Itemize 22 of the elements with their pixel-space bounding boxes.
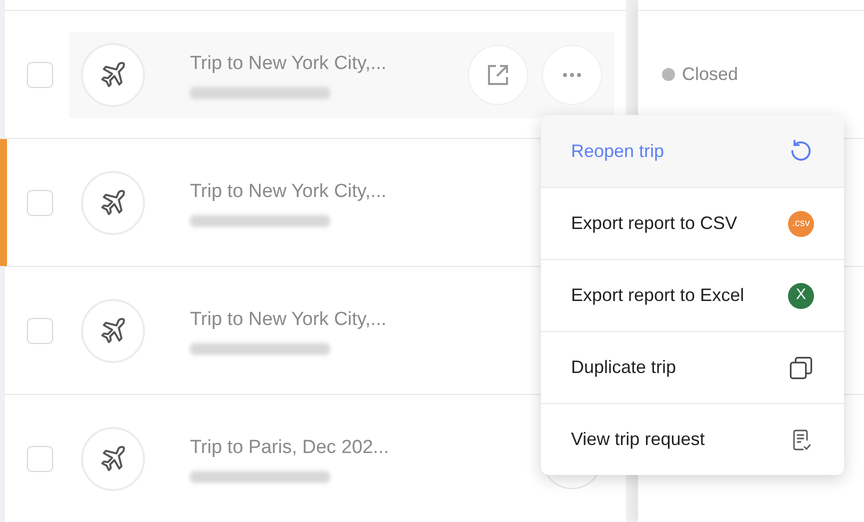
more-icon bbox=[562, 72, 582, 78]
menu-item-label: Export report to CSV bbox=[571, 212, 738, 235]
csv-badge: .csv bbox=[788, 210, 814, 236]
checkbox[interactable] bbox=[27, 318, 53, 344]
menu-item[interactable]: Reopen trip bbox=[541, 115, 844, 187]
checkbox[interactable] bbox=[27, 62, 53, 88]
menu-item[interactable]: Export report to CSV .csv bbox=[541, 187, 844, 259]
external-link-icon bbox=[486, 62, 510, 86]
excel-badge: X bbox=[788, 282, 814, 308]
trip-title[interactable]: Trip to Paris, Dec 202... bbox=[190, 434, 528, 463]
trip-title[interactable]: Trip to New York City,... bbox=[190, 50, 468, 79]
checkbox[interactable] bbox=[27, 190, 53, 216]
menu-item[interactable]: View trip request bbox=[541, 403, 844, 475]
menu-item-label: Export report to Excel bbox=[571, 284, 744, 307]
checkbox[interactable] bbox=[27, 446, 53, 472]
menu-item[interactable]: Duplicate trip bbox=[541, 331, 844, 403]
menu-item-label: Duplicate trip bbox=[571, 356, 676, 379]
copy-icon bbox=[788, 354, 814, 380]
status-label: Closed bbox=[682, 63, 738, 86]
menu-item[interactable]: Export report to Excel X bbox=[541, 259, 844, 331]
menu-item-label: Reopen trip bbox=[571, 140, 664, 163]
menu-item-label: View trip request bbox=[571, 428, 705, 451]
